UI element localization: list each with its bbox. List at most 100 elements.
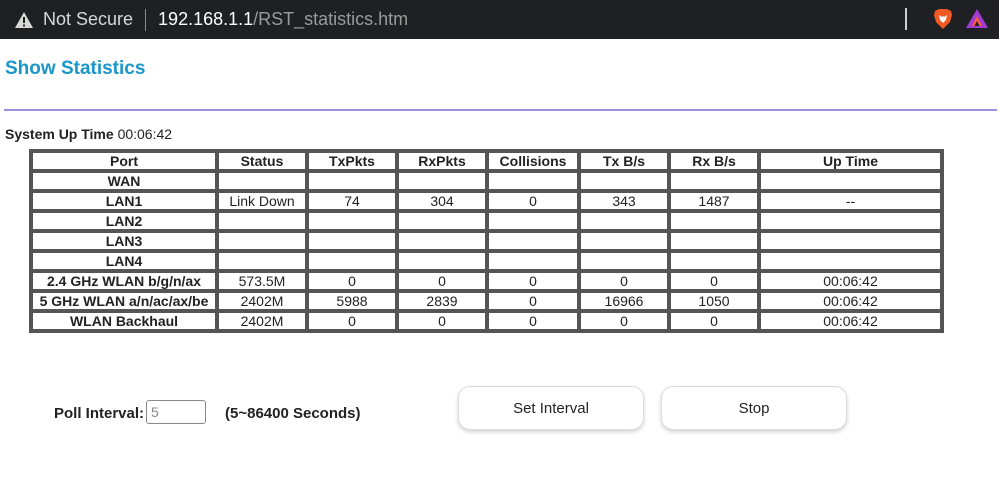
rxpkts-cell <box>397 251 487 271</box>
collisions-cell <box>487 171 579 191</box>
collisions-cell: 0 <box>487 191 579 211</box>
table-row: 2.4 GHz WLAN b/g/n/ax 573.5M 0 0 0 0 0 0… <box>31 271 942 291</box>
collisions-cell <box>487 211 579 231</box>
txpkts-cell: 74 <box>307 191 397 211</box>
rx-bps-cell: 0 <box>669 311 759 331</box>
txpkts-cell: 0 <box>307 311 397 331</box>
rx-bps-cell <box>669 171 759 191</box>
column-header-txpkts: TxPkts <box>307 151 397 171</box>
rxpkts-cell: 2839 <box>397 291 487 311</box>
status-cell <box>217 171 307 191</box>
table-header-row: Port Status TxPkts RxPkts Collisions Tx … <box>31 151 942 171</box>
txpkts-cell <box>307 171 397 191</box>
warning-icon[interactable] <box>14 10 34 30</box>
rx-bps-cell <box>669 251 759 271</box>
txpkts-cell: 0 <box>307 271 397 291</box>
port-cell: LAN2 <box>31 211 217 231</box>
table-row: WLAN Backhaul 2402M 0 0 0 0 0 00:06:42 <box>31 311 942 331</box>
table-row: WAN <box>31 171 942 191</box>
rx-bps-cell: 0 <box>669 271 759 291</box>
tx-bps-cell <box>579 211 669 231</box>
uptime-cell: 00:06:42 <box>759 271 942 291</box>
rxpkts-cell: 0 <box>397 311 487 331</box>
stop-button[interactable]: Stop <box>661 386 847 430</box>
status-cell <box>217 211 307 231</box>
rx-bps-cell <box>669 231 759 251</box>
column-header-tx-bps: Tx B/s <box>579 151 669 171</box>
statistics-table: Port Status TxPkts RxPkts Collisions Tx … <box>29 149 944 333</box>
port-cell: LAN3 <box>31 231 217 251</box>
table-row: LAN1 Link Down 74 304 0 343 1487 -- <box>31 191 942 211</box>
rx-bps-cell: 1487 <box>669 191 759 211</box>
table-row: LAN2 <box>31 211 942 231</box>
status-cell: Link Down <box>217 191 307 211</box>
uptime-cell <box>759 171 942 191</box>
uptime-cell <box>759 211 942 231</box>
security-status[interactable]: Not Secure <box>43 9 133 30</box>
table-row: LAN3 <box>31 231 942 251</box>
tx-bps-cell: 343 <box>579 191 669 211</box>
status-cell <box>217 231 307 251</box>
rxpkts-cell <box>397 171 487 191</box>
column-header-collisions: Collisions <box>487 151 579 171</box>
column-header-status: Status <box>217 151 307 171</box>
brave-shields-icon[interactable] <box>931 7 955 31</box>
page-title: Show Statistics <box>5 58 146 79</box>
uptime-cell: 00:06:42 <box>759 311 942 331</box>
port-cell: LAN1 <box>31 191 217 211</box>
toolbar-divider <box>905 8 907 30</box>
txpkts-cell <box>307 231 397 251</box>
uptime-cell <box>759 251 942 271</box>
port-cell: WAN <box>31 171 217 191</box>
column-header-uptime: Up Time <box>759 151 942 171</box>
tx-bps-cell <box>579 171 669 191</box>
rxpkts-cell <box>397 211 487 231</box>
collisions-cell <box>487 251 579 271</box>
address-divider <box>145 8 147 31</box>
column-header-rxpkts: RxPkts <box>397 151 487 171</box>
browser-address-bar: Not Secure 192.168.1.1/RST_statistics.ht… <box>0 0 999 39</box>
uptime-value: 00:06:42 <box>117 126 173 142</box>
txpkts-cell <box>307 251 397 271</box>
port-cell: 5 GHz WLAN a/n/ac/ax/be <box>31 291 217 311</box>
rx-bps-cell: 1050 <box>669 291 759 311</box>
rxpkts-cell <box>397 231 487 251</box>
txpkts-cell: 5988 <box>307 291 397 311</box>
rx-bps-cell <box>669 211 759 231</box>
column-header-rx-bps: Rx B/s <box>669 151 759 171</box>
table-row: 5 GHz WLAN a/n/ac/ax/be 2402M 5988 2839 … <box>31 291 942 311</box>
tx-bps-cell: 16966 <box>579 291 669 311</box>
tx-bps-cell <box>579 251 669 271</box>
status-cell: 2402M <box>217 311 307 331</box>
txpkts-cell <box>307 211 397 231</box>
uptime-cell: -- <box>759 191 942 211</box>
url-host: 192.168.1.1 <box>158 9 254 29</box>
brave-rewards-icon[interactable] <box>965 7 989 31</box>
tx-bps-cell: 0 <box>579 271 669 291</box>
poll-interval-range: (5~86400 Seconds) <box>225 405 361 422</box>
port-cell: WLAN Backhaul <box>31 311 217 331</box>
url-field[interactable]: 192.168.1.1/RST_statistics.htm <box>158 9 408 30</box>
collisions-cell: 0 <box>487 291 579 311</box>
uptime-cell <box>759 231 942 251</box>
column-header-port: Port <box>31 151 217 171</box>
port-cell: 2.4 GHz WLAN b/g/n/ax <box>31 271 217 291</box>
collisions-cell: 0 <box>487 271 579 291</box>
collisions-cell: 0 <box>487 311 579 331</box>
status-cell: 573.5M <box>217 271 307 291</box>
rxpkts-cell: 0 <box>397 271 487 291</box>
poll-interval-input[interactable] <box>146 400 206 424</box>
system-uptime: System Up Time 00:06:42 <box>5 126 172 142</box>
rxpkts-cell: 304 <box>397 191 487 211</box>
status-cell <box>217 251 307 271</box>
tx-bps-cell <box>579 231 669 251</box>
uptime-cell: 00:06:42 <box>759 291 942 311</box>
uptime-label: System Up Time <box>5 126 114 142</box>
poll-interval-label: Poll Interval: <box>54 405 145 422</box>
set-interval-button[interactable]: Set Interval <box>458 386 644 430</box>
title-divider <box>4 109 997 111</box>
browser-extensions <box>905 7 989 31</box>
port-cell: LAN4 <box>31 251 217 271</box>
tx-bps-cell: 0 <box>579 311 669 331</box>
url-path: /RST_statistics.htm <box>253 9 409 29</box>
